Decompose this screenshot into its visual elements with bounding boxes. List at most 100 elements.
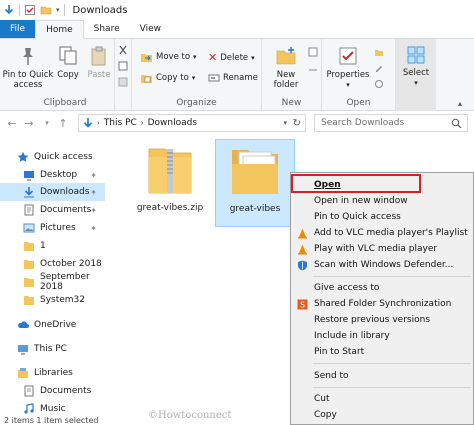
new-item-icon[interactable] [308, 47, 318, 57]
properties-checkmark-icon[interactable] [24, 4, 36, 16]
move-to-icon [141, 54, 152, 62]
properties-button[interactable]: Properties ▾ [326, 45, 370, 90]
vlc-cone-icon [298, 228, 307, 239]
customize-dropdown-icon[interactable]: ▾ [56, 6, 60, 14]
rename-button[interactable]: Rename [208, 72, 258, 84]
computer-icon [18, 345, 28, 355]
search-placeholder: Search Downloads [321, 118, 405, 128]
nav-label: OneDrive [34, 320, 77, 330]
recent-locations-chevron-icon[interactable]: ▾ [40, 116, 54, 130]
nav-documents[interactable]: Documents ✦ [0, 201, 105, 219]
tab-share[interactable]: Share [84, 20, 130, 38]
collapse-ribbon-icon[interactable]: ▴ [458, 99, 462, 108]
copy-button[interactable]: Copy [56, 45, 80, 80]
address-bar[interactable]: › This PC › Downloads ▾ ↻ [78, 114, 306, 132]
tab-file[interactable]: File [0, 20, 36, 38]
menu-item-defender[interactable]: Scan with Windows Defender... [292, 257, 472, 273]
select-label: Select [402, 68, 430, 78]
menu-item-restore-versions[interactable]: Restore previous versions [292, 312, 472, 328]
select-grid-icon [407, 46, 425, 64]
menu-item-pin-start[interactable]: Pin to Start [292, 344, 472, 360]
nav-this-pc[interactable]: This PC [0, 340, 105, 358]
refresh-icon[interactable]: ↻ [293, 118, 301, 129]
nav-library-documents[interactable]: Documents [0, 382, 105, 400]
menu-item-shared-folder-sync[interactable]: S Shared Folder Synchronization [292, 296, 472, 312]
libraries-icon [18, 368, 28, 378]
nav-folder-september[interactable]: September 2018 [0, 272, 105, 292]
menu-label: Give access to [314, 283, 380, 293]
nav-folder-october[interactable]: October 2018 [0, 255, 105, 273]
select-button[interactable]: Select ▾ [398, 45, 434, 88]
down-arrow-icon[interactable] [3, 4, 15, 16]
nav-folder-system32[interactable]: System32 [0, 291, 105, 309]
nav-label: September 2018 [40, 272, 90, 292]
menu-item-cut[interactable]: Cut [292, 391, 472, 407]
downloads-arrow-icon [83, 117, 93, 128]
easy-access-icon[interactable] [308, 65, 318, 75]
menu-label: Scan with Windows Defender... [314, 260, 454, 270]
menu-item-pin-quick-access[interactable]: Pin to Quick access [292, 209, 472, 225]
menu-item-send-to[interactable]: Send to [292, 368, 472, 384]
nav-quick-access[interactable]: Quick access [0, 148, 105, 166]
pin-to-quick-access-button[interactable]: Pin to Quick access [2, 45, 54, 90]
nav-label: 1 [40, 241, 46, 251]
organize-group-label: Organize [176, 98, 217, 108]
nav-label: Pictures [40, 223, 76, 233]
menu-item-open-new-window[interactable]: Open in new window [292, 193, 472, 209]
pin-icon[interactable]: ✦ [90, 171, 97, 180]
copy-label: Copy [57, 70, 79, 80]
nav-label: This PC [34, 344, 67, 354]
up-arrow-icon[interactable]: ↑ [56, 116, 70, 130]
delete-label: Delete [220, 52, 249, 63]
nav-pictures[interactable]: Pictures ✦ [0, 219, 105, 237]
folder-icon [24, 242, 34, 251]
open-icon[interactable] [374, 47, 384, 57]
pin-icon[interactable]: ✦ [90, 188, 97, 197]
menu-label: Restore previous versions [314, 315, 431, 325]
paste-shortcut-icon[interactable] [118, 77, 128, 87]
new-folder-button[interactable]: New folder [266, 45, 306, 90]
tab-view[interactable]: View [130, 20, 171, 38]
edit-icon[interactable] [374, 63, 384, 73]
select-group: Select ▾ [396, 39, 436, 111]
chevron-down-icon: ▾ [193, 53, 197, 61]
pin-icon[interactable]: ✦ [90, 224, 97, 233]
music-icon [24, 403, 34, 414]
menu-item-include-library[interactable]: Include in library [292, 328, 472, 344]
nav-libraries[interactable]: Libraries [0, 364, 105, 382]
back-arrow-icon[interactable]: ← [5, 116, 19, 130]
breadcrumb-this-pc[interactable]: This PC [104, 118, 137, 128]
cut-icon[interactable] [118, 45, 128, 55]
nav-onedrive[interactable]: OneDrive [0, 316, 105, 334]
breadcrumb-downloads[interactable]: Downloads [148, 118, 197, 128]
copy-path-icon[interactable] [118, 61, 128, 71]
organize-group: Move to ▾ ✕ Delete ▾ Copy to ▾ Rename Organ… [131, 39, 262, 111]
search-input[interactable]: Search Downloads [314, 114, 468, 132]
file-item-folder[interactable]: great-vibes [215, 139, 295, 227]
address-row: ← → ▾ ↑ › This PC › Downloads ▾ ↻ Search… [0, 111, 474, 135]
nav-desktop[interactable]: Desktop ✦ [0, 166, 105, 184]
copy-to-button[interactable]: Copy to ▾ [140, 72, 195, 84]
menu-item-give-access[interactable]: Give access to [292, 280, 472, 296]
tab-home[interactable]: Home [35, 20, 84, 39]
toolbar-separator [19, 4, 20, 16]
history-icon[interactable] [374, 79, 384, 89]
menu-item-vlc-play[interactable]: Play with VLC media player [292, 241, 472, 257]
new-folder-icon[interactable] [40, 4, 52, 16]
forward-arrow-icon[interactable]: → [22, 116, 36, 130]
nav-label: System32 [40, 295, 86, 305]
window-title: Downloads [72, 4, 128, 16]
menu-item-vlc-playlist[interactable]: Add to VLC media player's Playlist [292, 225, 472, 241]
paste-button[interactable]: Paste [86, 45, 112, 80]
file-item-zip[interactable]: great-vibes.zip [135, 141, 205, 225]
address-dropdown-icon[interactable]: ▾ [283, 119, 287, 127]
menu-label: Add to VLC media player's Playlist [314, 228, 468, 238]
move-to-button[interactable]: Move to ▾ [140, 51, 197, 63]
delete-button[interactable]: ✕ Delete ▾ [208, 51, 255, 64]
nav-label: Documents [40, 386, 92, 396]
nav-folder-1[interactable]: 1 [0, 237, 105, 255]
pin-icon[interactable]: ✦ [90, 206, 97, 215]
copy-icon [59, 46, 77, 65]
nav-downloads[interactable]: Downloads ✦ [0, 183, 105, 201]
menu-item-copy[interactable]: Copy [292, 407, 472, 423]
